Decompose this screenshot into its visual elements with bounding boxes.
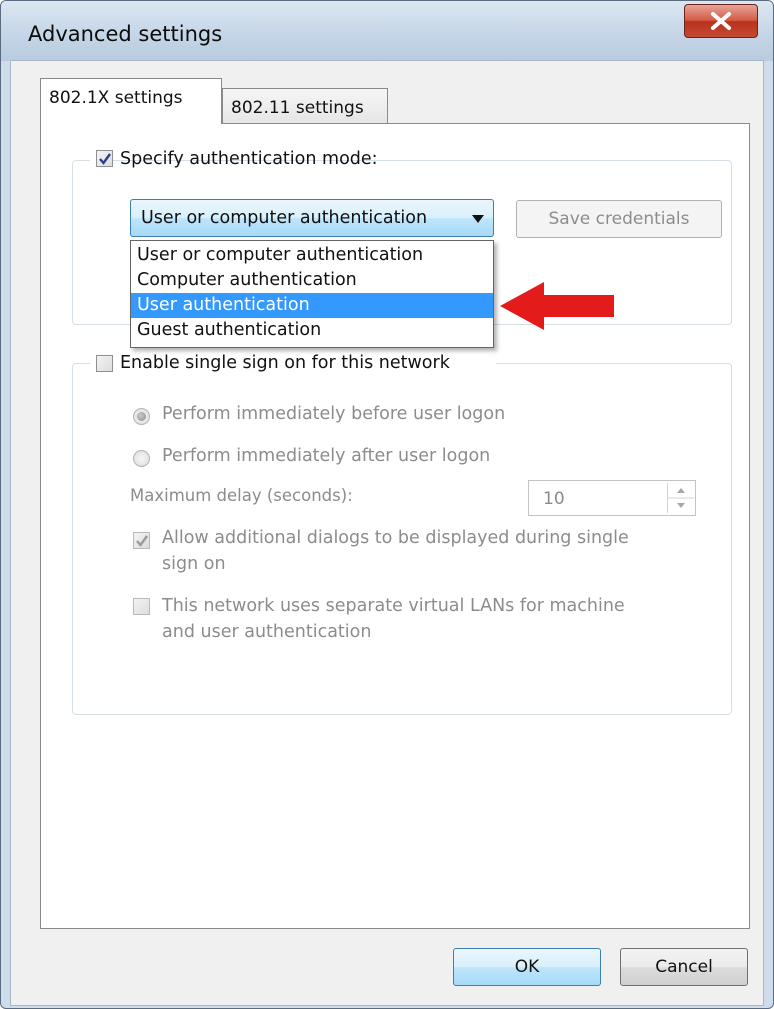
checkmark-icon — [99, 153, 111, 165]
ok-button[interactable]: OK — [453, 948, 601, 986]
separate-vlan-label-line2: and user authentication — [162, 622, 372, 642]
tab-802-11-settings[interactable]: 802.11 settings — [222, 88, 388, 126]
enable-sso-label: Enable single sign on for this network — [120, 353, 450, 373]
spinner-up-down-icon — [668, 488, 694, 508]
radio-before-logon[interactable] — [133, 408, 150, 425]
red-arrow-annotation — [500, 282, 614, 330]
allow-dialogs-checkbox[interactable] — [133, 532, 150, 549]
chevron-down-icon — [472, 215, 484, 223]
specify-auth-label: Specify authentication mode: — [120, 149, 378, 169]
separate-vlan-checkbox[interactable] — [133, 598, 150, 615]
sso-legend: Enable single sign on for this network — [90, 352, 496, 378]
auth-mode-legend: Specify authentication mode: — [90, 148, 378, 174]
auth-mode-select[interactable]: User or computer authentication — [130, 199, 494, 237]
window-title: Advanced settings — [28, 22, 223, 46]
tab-802-1x-settings[interactable]: 802.1X settings — [40, 78, 222, 124]
tab-label: 802.1X settings — [49, 88, 183, 108]
close-icon — [711, 12, 731, 30]
enable-sso-checkbox[interactable] — [96, 355, 113, 372]
option-guest-authentication[interactable]: Guest authentication — [131, 318, 493, 343]
separate-vlan-label-line1: This network uses separate virtual LANs … — [162, 596, 625, 616]
radio-before-logon-label: Perform immediately before user logon — [162, 404, 506, 424]
max-delay-spinner[interactable]: 10 — [528, 480, 696, 516]
allow-dialogs-label-line2: sign on — [162, 554, 226, 574]
radio-selected-dot — [137, 412, 146, 421]
option-user-authentication[interactable]: User authentication — [131, 293, 493, 318]
radio-after-logon[interactable] — [133, 450, 150, 467]
max-delay-value: 10 — [543, 489, 565, 509]
close-button[interactable] — [684, 4, 758, 38]
checkmark-icon — [136, 535, 148, 547]
cancel-button[interactable]: Cancel — [620, 948, 748, 986]
spinner-buttons[interactable] — [667, 483, 694, 513]
specify-auth-checkbox[interactable] — [96, 150, 113, 167]
option-user-or-computer-authentication[interactable]: User or computer authentication — [131, 243, 493, 268]
tab-label: 802.11 settings — [231, 98, 364, 118]
max-delay-label: Maximum delay (seconds): — [130, 486, 353, 505]
option-computer-authentication[interactable]: Computer authentication — [131, 268, 493, 293]
auth-mode-selected-value: User or computer authentication — [141, 208, 428, 228]
allow-dialogs-label-line1: Allow additional dialogs to be displayed… — [162, 528, 629, 548]
radio-after-logon-label: Perform immediately after user logon — [162, 446, 491, 466]
save-credentials-button[interactable]: Save credentials — [516, 200, 722, 238]
auth-mode-dropdown-list: User or computer authentication Computer… — [130, 240, 494, 348]
